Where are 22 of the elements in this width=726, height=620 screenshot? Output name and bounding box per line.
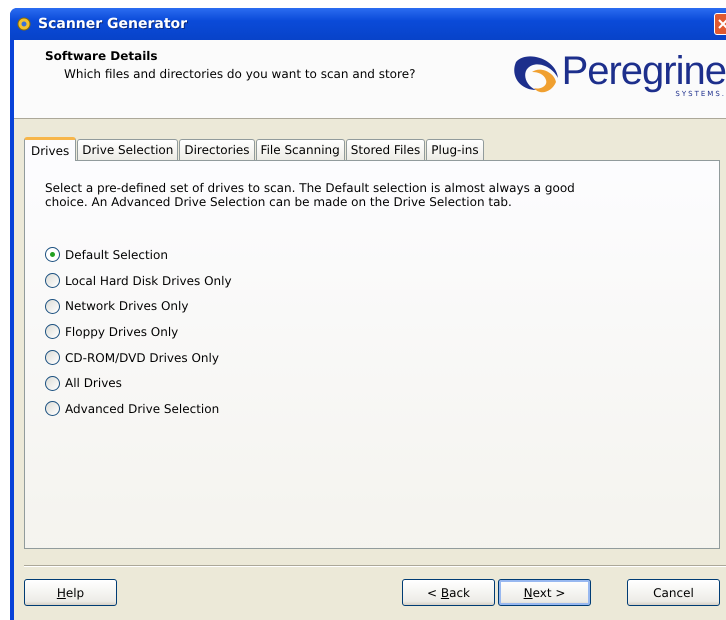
radio-option[interactable]: CD-ROM/DVD Drives Only — [45, 344, 699, 370]
tab[interactable]: Plug-ins — [426, 139, 484, 160]
radio-option[interactable]: Network Drives Only — [45, 293, 699, 320]
dialog-button[interactable]: < Back — [402, 579, 495, 606]
radio-option[interactable]: Local Hard Disk Drives Only — [45, 268, 699, 294]
dialog-button[interactable]: Next > — [498, 579, 591, 606]
radio-option[interactable]: All Drives — [45, 370, 699, 396]
page-title: Software Details — [45, 49, 159, 63]
radio-option[interactable]: Default Selection — [45, 242, 699, 268]
window-title: Scanner Generator — [38, 16, 188, 32]
tab[interactable]: Directories — [179, 139, 255, 160]
tab[interactable]: Drive Selection — [77, 139, 178, 160]
page-subtitle: Which files and directories do you want to scan and store? — [63, 66, 416, 81]
dialog-button[interactable]: Cancel — [627, 579, 720, 606]
radio-option[interactable]: Floppy Drives Only — [45, 319, 699, 345]
logo-wordmark: Peregrine — [562, 52, 726, 90]
tab[interactable]: Stored Files — [346, 139, 426, 160]
tab[interactable]: Drives — [24, 137, 76, 161]
tab[interactable]: File Scanning — [256, 139, 345, 160]
dialog-button[interactable]: Help — [24, 579, 117, 606]
description-text: Select a pre-defined set of drives to scan. The Default selection is almost always a good choice. An Advanced Drive Selection can be made on the Drive Selection tab. — [45, 181, 576, 209]
radio-option[interactable]: Advanced Drive Selection — [45, 396, 699, 422]
